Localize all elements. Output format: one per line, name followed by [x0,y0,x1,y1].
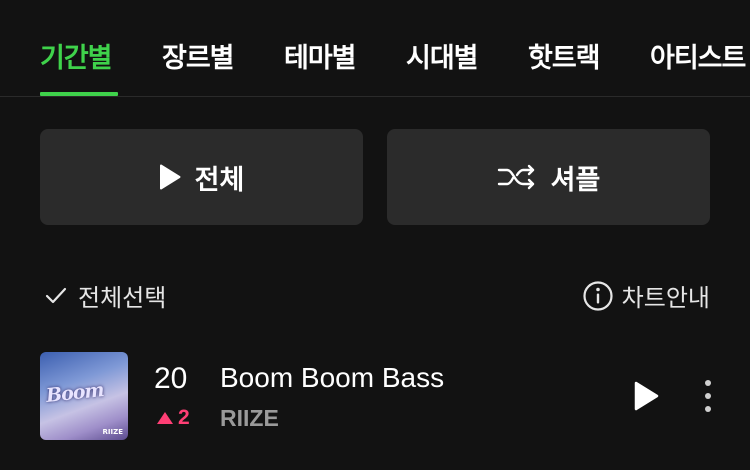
triangle-up-icon [157,412,173,424]
song-row[interactable]: Boom RIIZE 20 2 Boom Boom Bass RIIZE [0,350,750,450]
song-title[interactable]: Boom Boom Bass [220,362,444,394]
tab-genre[interactable]: 장르별 [162,36,235,75]
tab-era[interactable]: 시대별 [406,36,479,75]
song-more-button[interactable] [696,378,720,414]
rank-change: 2 [156,406,190,430]
shuffle-icon [497,164,537,190]
shuffle-label: 셔플 [550,164,601,196]
more-vertical-icon [705,380,711,412]
chart-guide-button[interactable]: 차트안내 [582,278,710,313]
info-icon [583,280,613,311]
play-all-label: 전체 [194,164,245,196]
check-icon [45,287,67,303]
tab-artist[interactable]: 아티스트 [650,36,746,75]
song-play-button[interactable] [630,378,662,414]
play-icon [634,381,659,411]
play-icon [159,164,181,190]
album-art[interactable]: Boom RIIZE [40,352,128,440]
chart-guide-label: 차트안내 [621,284,710,312]
play-all-button[interactable]: 전체 [40,129,363,225]
song-rank: 20 [154,362,188,395]
category-tab-bar: 기간별 장르별 테마별 시대별 핫트랙 아티스트 [0,0,750,97]
shuffle-button[interactable]: 셔플 [387,129,710,225]
tab-theme[interactable]: 테마별 [284,36,357,75]
active-tab-indicator [40,92,118,96]
rank-change-value: 2 [178,406,190,429]
album-art-artist: RIIZE [102,428,123,436]
select-all-toggle[interactable]: 전체선택 [44,278,166,313]
album-art-logo: Boom [45,379,105,407]
select-all-label: 전체선택 [78,284,167,312]
tab-hot-track[interactable]: 핫트랙 [528,36,601,75]
tab-period[interactable]: 기간별 [40,36,113,75]
song-artist[interactable]: RIIZE [220,405,279,432]
